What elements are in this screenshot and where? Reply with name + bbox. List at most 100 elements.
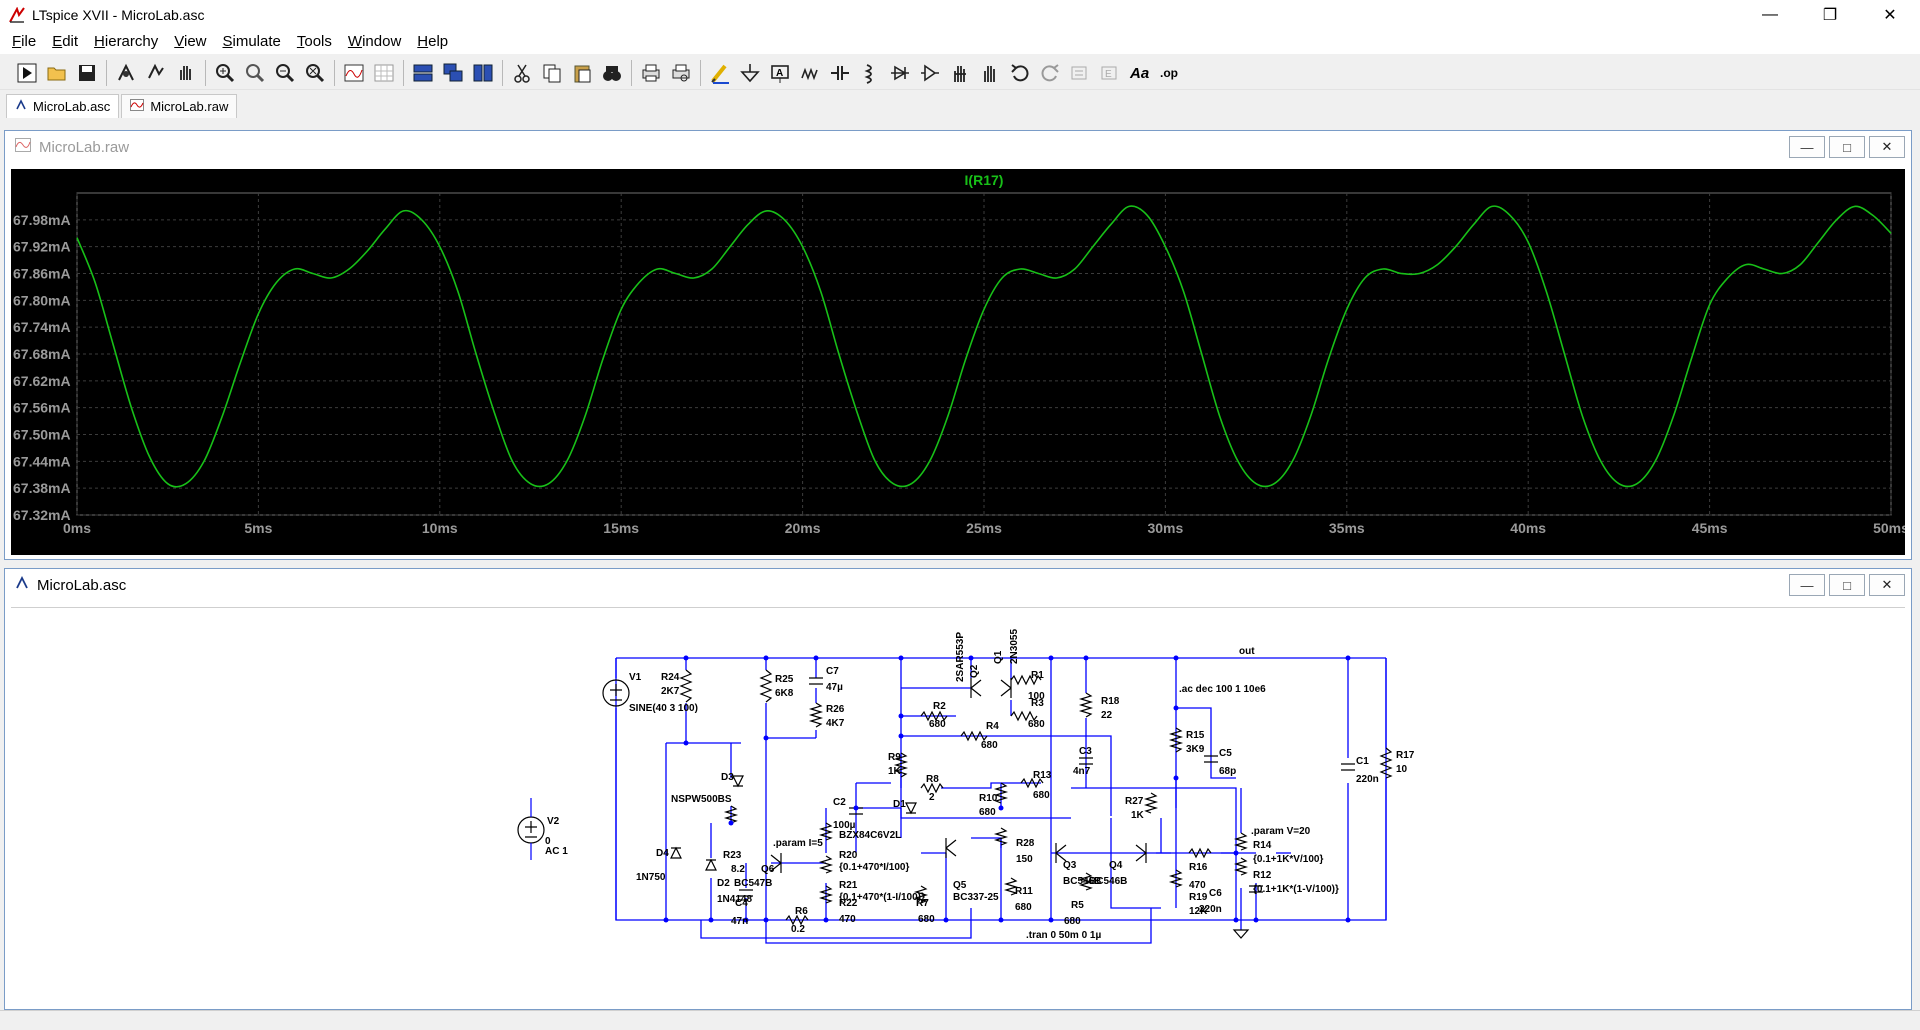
close-icon[interactable]: ✕	[1860, 0, 1920, 30]
waveform-plot[interactable]: 0ms 5ms 10ms 15ms 20ms 25ms 30ms 35ms 40ms 45ms 50…	[11, 169, 1909, 555]
capacitor-c7[interactable]	[809, 677, 823, 685]
find-icon[interactable]	[597, 59, 627, 87]
trace-label[interactable]: I(R17)	[965, 172, 1004, 188]
component-icon[interactable]	[915, 59, 945, 87]
label-net-icon[interactable]: A	[765, 59, 795, 87]
tab-microlab-asc[interactable]: MicroLab.asc	[6, 94, 120, 118]
text-icon[interactable]: Aa	[1125, 59, 1155, 87]
transistor-q2[interactable]	[970, 678, 982, 698]
tile-horizontal-icon[interactable]	[408, 59, 438, 87]
menu-bar: File Edit Hierarchy View Simulate Tools Window…	[0, 30, 1920, 54]
ground-icon[interactable]	[735, 59, 765, 87]
schematic-drawing[interactable]: out V1 SINE(40 3 100) V2 0 AC 1 R24 2K7 …	[11, 608, 1905, 1006]
run-icon[interactable]	[12, 59, 42, 87]
halt-icon[interactable]	[141, 59, 171, 87]
menu-tools[interactable]: Tools	[289, 30, 340, 54]
autorange-icon[interactable]	[339, 59, 369, 87]
undo-icon[interactable]	[1005, 59, 1035, 87]
schematic-canvas[interactable]: out V1 SINE(40 3 100) V2 0 AC 1 R24 2K7 …	[11, 607, 1905, 1005]
plot-pane[interactable]: 0ms 5ms 10ms 15ms 20ms 25ms 30ms 35ms 40ms 45ms 50…	[11, 169, 1909, 555]
menu-label-rest: ools	[304, 33, 332, 50]
diode-d2[interactable]	[705, 858, 717, 871]
drag-icon[interactable]	[975, 59, 1005, 87]
resistor-icon[interactable]	[795, 59, 825, 87]
resistor-r27[interactable]	[1143, 792, 1159, 814]
cut-icon[interactable]	[507, 59, 537, 87]
restore-icon[interactable]: ❐	[1800, 0, 1860, 30]
grid-icon[interactable]	[369, 59, 399, 87]
zoom-in-icon[interactable]	[210, 59, 240, 87]
rotate-icon[interactable]	[1065, 59, 1095, 87]
print-preview-icon[interactable]	[666, 59, 696, 87]
menu-label-rest: iew	[183, 33, 207, 50]
minimize-icon[interactable]: —	[1789, 136, 1825, 158]
resistor-r21[interactable]	[818, 855, 834, 874]
menu-view[interactable]: View	[166, 30, 214, 54]
pan-icon[interactable]	[171, 59, 201, 87]
label-d2: D2	[717, 878, 730, 889]
transistor-q1[interactable]	[1000, 678, 1012, 698]
resistor-r26[interactable]	[808, 702, 824, 728]
minimize-icon[interactable]: —	[1789, 574, 1825, 596]
label-r22: R22	[839, 898, 858, 909]
directive-ac: .ac dec 100 1 10e6	[1179, 684, 1266, 695]
waveform-window-title: MicroLab.raw	[39, 138, 130, 156]
resistor-r25[interactable]	[759, 669, 773, 703]
label-r4-value: 680	[981, 740, 998, 751]
inductor-icon[interactable]	[855, 59, 885, 87]
resistor-r18[interactable]	[1078, 692, 1094, 718]
y-tick-label: 67.56mA	[13, 400, 71, 416]
diode-d3[interactable]	[732, 775, 744, 788]
label-r9-value: 1K	[888, 766, 902, 777]
menu-hierarchy[interactable]: Hierarchy	[86, 30, 166, 54]
wire-icon[interactable]	[705, 59, 735, 87]
menu-window[interactable]: Window	[340, 30, 409, 54]
menu-simulate[interactable]: Simulate	[215, 30, 289, 54]
paste-icon[interactable]	[567, 59, 597, 87]
close-icon[interactable]: ✕	[1869, 136, 1905, 158]
print-icon[interactable]	[636, 59, 666, 87]
maximize-icon[interactable]: □	[1829, 136, 1865, 158]
label-r13-value: 680	[1033, 790, 1050, 801]
diode-d4[interactable]	[670, 846, 682, 859]
tile-vertical-icon[interactable]	[468, 59, 498, 87]
waveform-window-titlebar[interactable]: MicroLab.raw — □ ✕	[5, 131, 1911, 163]
open-icon[interactable]	[42, 59, 72, 87]
minimize-icon[interactable]: —	[1740, 0, 1800, 30]
menu-edit[interactable]: Edit	[44, 30, 86, 54]
mirror-icon[interactable]: E	[1095, 59, 1125, 87]
window-title: LTspice XVII - MicroLab.asc	[32, 7, 205, 23]
resistor-r8[interactable]	[920, 782, 944, 794]
menu-help[interactable]: Help	[409, 30, 456, 54]
schematic-window-titlebar[interactable]: MicroLab.asc — □ ✕	[5, 569, 1911, 601]
capacitor-icon[interactable]	[825, 59, 855, 87]
cascade-icon[interactable]	[438, 59, 468, 87]
resistor-r12[interactable]	[1233, 857, 1249, 876]
zoom-cancel-icon[interactable]	[300, 59, 330, 87]
tab-microlab-raw[interactable]: MicroLab.raw	[121, 94, 238, 118]
x-tick-label: 40ms	[1510, 520, 1546, 536]
move-icon[interactable]	[945, 59, 975, 87]
close-icon[interactable]: ✕	[1869, 574, 1905, 596]
save-icon[interactable]	[72, 59, 102, 87]
zoom-out-icon[interactable]	[270, 59, 300, 87]
zoom-full-icon[interactable]	[240, 59, 270, 87]
capacitor-c1[interactable]	[1341, 763, 1355, 771]
label-r8: R8	[926, 774, 939, 785]
label-c4: C4	[735, 898, 748, 909]
redo-icon[interactable]	[1035, 59, 1065, 87]
diode-d1[interactable]	[905, 802, 917, 815]
resistor-r24[interactable]	[679, 669, 693, 703]
tab-label: MicroLab.raw	[150, 99, 229, 114]
menu-mnemonic: F	[12, 33, 22, 50]
control-panel-icon[interactable]	[111, 59, 141, 87]
resistor-r14[interactable]	[1233, 832, 1249, 851]
y-tick-label: 67.44mA	[13, 453, 71, 469]
copy-icon[interactable]	[537, 59, 567, 87]
spice-directive-icon[interactable]: .op	[1155, 59, 1185, 87]
maximize-icon[interactable]: □	[1829, 574, 1865, 596]
transistor-q5[interactable]	[945, 838, 957, 858]
y-tick-label: 67.98mA	[13, 212, 71, 228]
diode-icon[interactable]	[885, 59, 915, 87]
menu-file[interactable]: File	[4, 30, 44, 54]
